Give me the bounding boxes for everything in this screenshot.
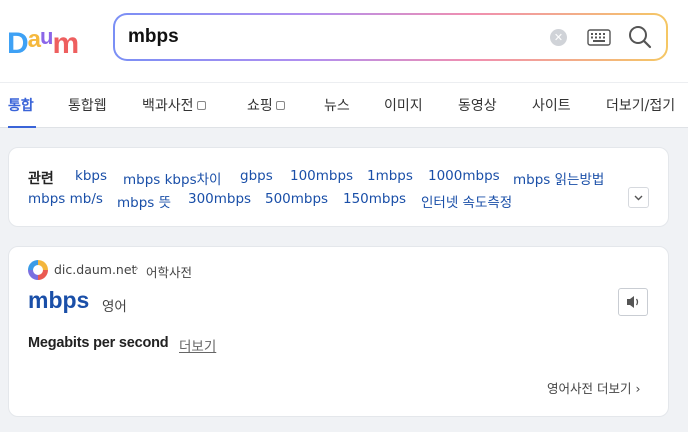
expand-related-button[interactable] <box>628 187 649 208</box>
related-keyword[interactable]: 300mbps <box>188 191 251 207</box>
tab-web[interactable]: 통합웹 <box>68 95 107 115</box>
tab-shopping[interactable]: 쇼핑 <box>247 95 285 115</box>
logo-letter-u: u <box>40 24 53 49</box>
search-inner: ✕ <box>115 15 666 59</box>
daum-logo[interactable]: Daum <box>7 22 79 59</box>
word-meaning: Megabits per second <box>28 335 169 351</box>
active-tab-indicator <box>8 126 36 128</box>
header: Daum ✕ 통합 통합웹 백과사전 쇼핑 뉴스 이미지 <box>0 0 688 128</box>
external-link-icon <box>196 101 206 110</box>
related-keyword[interactable]: 100mbps <box>290 168 353 184</box>
related-keyword[interactable]: kbps <box>75 168 107 184</box>
related-keyword[interactable]: 1000mbps <box>428 168 500 184</box>
search-input[interactable] <box>128 15 528 59</box>
related-keyword[interactable]: 500mbps <box>265 191 328 207</box>
meaning-more-link[interactable]: 더보기 <box>179 335 216 355</box>
logo-letter-a: a <box>27 26 41 53</box>
pronunciation-button[interactable] <box>618 288 648 316</box>
related-keyword[interactable]: 인터넷 속도측정 <box>421 191 512 211</box>
related-keyword[interactable]: mbps 읽는방법 <box>513 168 604 188</box>
logo-letter-m: m <box>52 27 79 60</box>
clear-search-icon[interactable]: ✕ <box>550 29 567 46</box>
related-searches-card: 관련 kbps mbps kbps차이 gbps 100mbps 1mbps 1… <box>8 147 669 227</box>
related-keyword[interactable]: mbps 뜻 <box>117 191 171 211</box>
tab-sites[interactable]: 사이트 <box>532 95 571 115</box>
related-keyword[interactable]: 1mbps <box>367 168 413 184</box>
tab-images[interactable]: 이미지 <box>384 95 423 115</box>
speaker-icon <box>627 296 639 308</box>
dictionary-word[interactable]: mbps <box>28 287 89 314</box>
logo-letter-d: D <box>7 27 29 60</box>
dictionary-card: dic.daum.net › 어학사전 mbps 영어 Megabits per… <box>8 246 669 417</box>
tab-all[interactable]: 통합 <box>8 95 34 115</box>
source-category: 어학사전 <box>146 265 193 280</box>
related-keyword[interactable]: 150mbps <box>343 191 406 207</box>
related-keyword[interactable]: gbps <box>240 168 273 184</box>
related-keyword[interactable]: mbps kbps차이 <box>123 168 221 188</box>
external-link-icon <box>275 101 285 110</box>
search-tabs: 통합 통합웹 백과사전 쇼핑 뉴스 이미지 동영상 사이트 더보기/접기 <box>0 82 688 128</box>
search-box: ✕ <box>113 13 668 61</box>
chevron-down-icon <box>634 195 643 201</box>
tab-videos[interactable]: 동영상 <box>458 95 497 115</box>
dictionary-more-link[interactable]: 영어사전 더보기 › <box>547 378 640 397</box>
tab-encyclopedia[interactable]: 백과사전 <box>142 95 206 115</box>
daum-dictionary-logo-icon <box>28 260 48 280</box>
tab-encyclopedia-label: 백과사전 <box>142 98 194 114</box>
tab-more-toggle[interactable]: 더보기/접기 <box>606 95 675 115</box>
keyboard-icon[interactable] <box>587 29 611 46</box>
word-language: 영어 <box>102 299 127 315</box>
breadcrumb-separator: › <box>134 261 139 275</box>
search-icon[interactable] <box>627 24 653 50</box>
tab-shopping-label: 쇼핑 <box>247 98 273 114</box>
related-title: 관련 <box>28 171 54 187</box>
tab-news[interactable]: 뉴스 <box>324 95 350 115</box>
source-domain[interactable]: dic.daum.net <box>54 262 136 277</box>
related-keyword[interactable]: mbps mb/s <box>28 191 103 207</box>
